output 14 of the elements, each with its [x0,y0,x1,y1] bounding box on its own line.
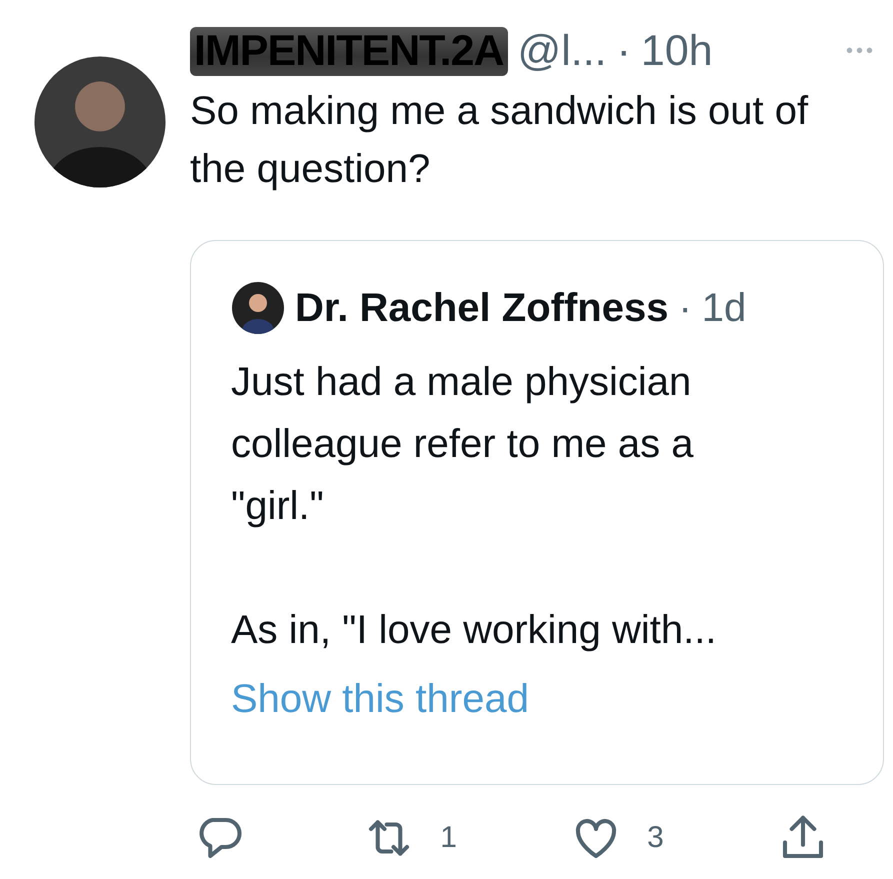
tweet-time: 10h [640,26,713,76]
quote-text-line: "girl." [231,483,325,530]
quote-text-line: colleague refer to me as a [231,421,694,468]
author-name: Dr. Rachel Zoffness [295,286,668,330]
tweet-text: So making me a sandwich is out of the question? [190,88,810,193]
quote-time: 1d [702,286,746,330]
quoted-tweet-card[interactable]: Dr. Rachel Zoffness · 1d Just had a male physician colleague refer to me as a "girl." As in, "I love working with... Show this thread [190,240,884,785]
separator-dot: · [616,26,631,76]
quote-text-line: Just had a male physician [231,359,692,406]
retweet-button[interactable]: 1 [362,811,457,865]
quote-text-line: As in, "I love working with... [231,607,718,654]
separator-dot: · [678,286,692,330]
user-handle: @l... [518,26,607,76]
like-button[interactable]: 3 [569,811,664,865]
